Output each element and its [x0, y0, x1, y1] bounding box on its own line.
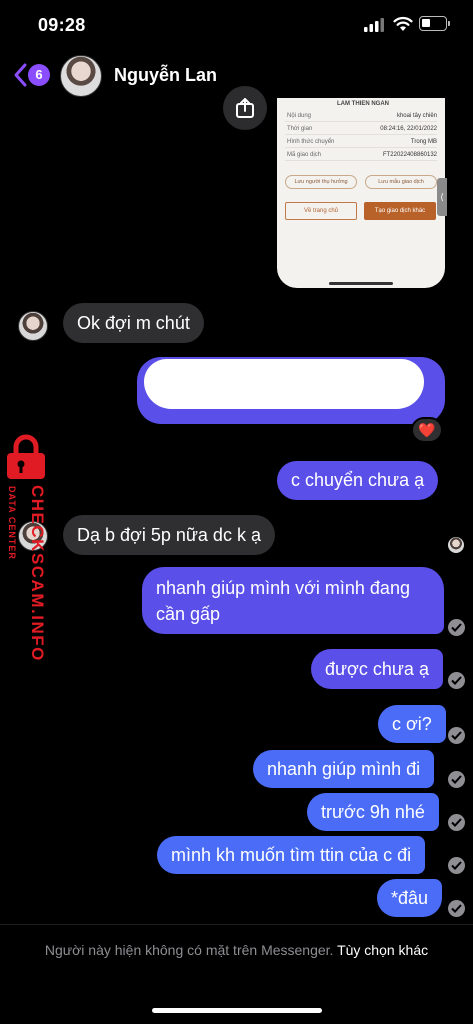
status-time: 09:28: [38, 15, 86, 35]
receipt-row-value: Trong MB: [410, 139, 437, 145]
receipt-home-indicator: [329, 282, 393, 285]
receipt-recipient-name: LAM THIEN NGAN: [337, 101, 389, 107]
message-outgoing[interactable]: c chuyển chưa ạ: [277, 461, 439, 500]
offline-notice: Người này hiện không có mặt trên Messeng…: [30, 940, 443, 960]
delivered-check-icon: [448, 672, 465, 689]
redaction-overlay: [144, 359, 424, 409]
contact-avatar[interactable]: [60, 55, 102, 97]
delivered-check-icon: [448, 857, 465, 874]
lock-icon: [7, 434, 45, 479]
contact-name[interactable]: Nguyễn Lan: [114, 65, 217, 86]
watermark-brand: CHECKSCAM.INFO: [28, 485, 47, 662]
receipt-row-value: 08:24:16, 22/01/2022: [380, 126, 437, 132]
share-icon: [236, 98, 254, 118]
status-bar: 09:28: [0, 0, 473, 50]
seen-avatar: [448, 537, 464, 553]
battery-cap: [448, 21, 450, 26]
home-indicator: [152, 1008, 322, 1013]
message-outgoing[interactable]: c ơi?: [378, 705, 446, 743]
delivered-check-icon: [448, 900, 465, 917]
receipt-row-key: Thời gian: [287, 126, 313, 132]
chevron-left-icon[interactable]: [12, 62, 28, 88]
heart-reaction-icon[interactable]: ❤️: [411, 417, 443, 443]
message-incoming[interactable]: Dạ b đợi 5p nữa dc k ạ: [63, 515, 275, 555]
message-outgoing[interactable]: được chưa ạ: [311, 649, 443, 689]
footer-divider: [0, 924, 473, 925]
contact-avatar-small[interactable]: [18, 311, 48, 341]
delivered-check-icon: [448, 619, 465, 636]
delivered-check-icon: [448, 771, 465, 788]
receipt-row-value: FT22022408860132: [382, 152, 437, 158]
receipt-home-button: Về trang chủ: [285, 202, 357, 220]
message-outgoing[interactable]: trước 9h nhé: [307, 793, 439, 831]
message-outgoing[interactable]: nhanh giúp mình với mình đang cần gấp: [142, 567, 444, 634]
receipt-row: Mã giao dịch FT22022408860132: [285, 149, 437, 161]
receipt-save-recipient: Lưu người thụ hưởng: [285, 175, 357, 189]
unread-count-badge[interactable]: 6: [28, 64, 50, 86]
message-incoming[interactable]: Ok đợi m chút: [63, 303, 204, 343]
wifi-icon: [393, 16, 413, 31]
receipt-row-key: Hình thức chuyển: [287, 139, 335, 145]
shared-photo-bank-receipt[interactable]: LAM THIEN NGAN Nội dung khoai tây chiên …: [277, 98, 445, 288]
message-outgoing[interactable]: *đâu: [377, 879, 443, 917]
receipt-row-value: khoai tây chiên: [396, 113, 437, 119]
watermark-tag: DATA CENTER: [7, 486, 17, 560]
message-outgoing[interactable]: nhanh giúp mình đi: [253, 750, 435, 788]
share-button[interactable]: [223, 86, 267, 130]
receipt-row: Hình thức chuyển Trong MB: [285, 136, 437, 148]
receipt-save-template: Lưu mẫu giao dịch: [365, 175, 437, 189]
delivered-check-icon: [448, 814, 465, 831]
signal-icon: [364, 18, 384, 32]
receipt-row: Nội dung khoai tây chiên: [285, 110, 437, 122]
receipt-row-key: Mã giao dịch: [287, 152, 322, 158]
receipt-side-tab: ⟨: [437, 178, 447, 216]
battery-icon: [419, 16, 447, 31]
delivered-check-icon: [448, 727, 465, 744]
more-options-link[interactable]: Tùy chọn khác: [337, 942, 428, 958]
receipt-row: Thời gian 08:24:16, 22/01/2022: [285, 123, 437, 135]
message-outgoing[interactable]: mình kh muốn tìm ttin của c đi: [157, 836, 426, 874]
receipt-row-key: Nội dung: [287, 113, 312, 119]
receipt-new-transaction-button: Tạo giao dịch khác: [364, 202, 436, 220]
offline-notice-text: Người này hiện không có mặt trên Messeng…: [44, 942, 334, 958]
